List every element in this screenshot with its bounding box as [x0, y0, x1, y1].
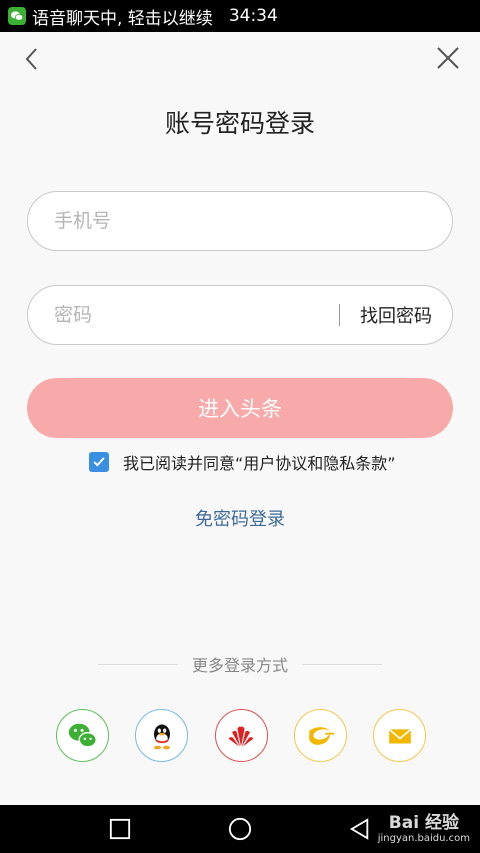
top-nav [0, 32, 480, 86]
huawei-icon [228, 726, 254, 747]
check-icon [93, 457, 105, 467]
wechat-icon [8, 7, 26, 25]
page-title: 账号密码登录 [164, 109, 315, 138]
back-nav-button[interactable] [345, 814, 375, 844]
square-icon [109, 818, 131, 840]
qq-icon [153, 723, 170, 749]
mail-login-button[interactable] [373, 709, 426, 762]
close-button[interactable] [432, 42, 464, 74]
status-text: 语音聊天中, 轻击以继续 [32, 8, 213, 29]
tianyi-icon [309, 726, 335, 745]
field-divider [339, 304, 340, 326]
more-login-header: 更多登录方式 [0, 652, 480, 676]
divider-left [97, 663, 178, 665]
circle-icon [228, 817, 252, 841]
wechat-login-button[interactable] [56, 709, 109, 762]
phone-input[interactable] [54, 210, 452, 232]
tianyi-login-button[interactable] [293, 709, 347, 762]
watermark-sub: jingyan.baidu.com [377, 833, 470, 844]
watermark-main: Bai 经验 [388, 813, 459, 833]
social-login-row [56, 709, 426, 762]
agreement-text[interactable]: 我已阅读并同意“用户协议和隐私条款” [123, 450, 396, 474]
close-icon [437, 47, 459, 69]
qq-login-button[interactable] [135, 709, 189, 762]
recover-password-link[interactable]: 找回密码 [360, 302, 432, 328]
agreement-row: 我已阅读并同意“用户协议和隐私条款” [89, 450, 396, 474]
submit-button[interactable]: 进入头条 [27, 378, 453, 438]
status-time: 34:34 [228, 6, 278, 26]
triangle-back-icon [349, 818, 369, 840]
chevron-left-icon [25, 48, 37, 70]
more-login-text: 更多登录方式 [191, 656, 288, 675]
mail-icon [388, 728, 411, 743]
phone-field[interactable] [27, 191, 453, 251]
watermark: Bai 经验 jingyan.baidu.com [378, 808, 470, 844]
home-button[interactable] [225, 814, 255, 844]
wechat-icon [68, 723, 97, 748]
agreement-checkbox[interactable] [89, 452, 109, 472]
huawei-login-button[interactable] [214, 709, 268, 762]
divider-right [302, 663, 382, 665]
back-button[interactable] [18, 44, 48, 74]
password-input[interactable] [54, 304, 339, 326]
no-password-login-link[interactable]: 免密码登录 [0, 505, 480, 531]
password-field[interactable]: 找回密码 [27, 285, 453, 345]
status-bar[interactable]: 语音聊天中, 轻击以继续 34:34 [0, 0, 480, 32]
recents-button[interactable] [105, 814, 135, 844]
